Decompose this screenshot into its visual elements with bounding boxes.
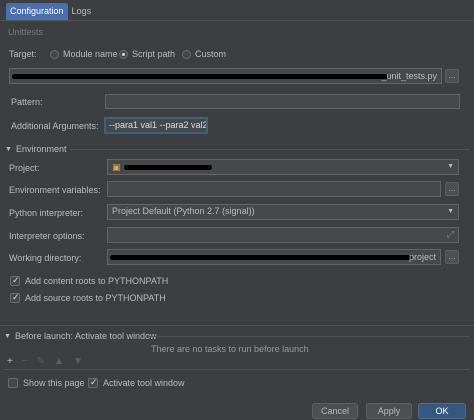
interpreter-options-field[interactable]: ⤢ [107,227,459,243]
tab-bar: Configuration Logs [6,3,95,20]
before-launch-top-divider [0,325,474,326]
redacted-path [12,74,388,79]
collapse-arrow-icon: ▼ [5,145,12,153]
collapse-arrow-icon: ▼ [4,332,11,340]
environment-section-header[interactable]: ▼ Environment [5,144,66,154]
edit-icon[interactable]: ✎ [37,356,45,367]
script-path-suffix: _unit_tests.py [381,71,437,81]
target-option-script[interactable]: Script path [119,49,175,59]
add-content-roots-option[interactable]: Add content roots to PYTHONPATH [10,275,169,286]
radio-custom[interactable] [182,49,191,59]
expand-field-icon[interactable]: ⤢ [447,229,454,240]
working-directory-field[interactable]: project [107,249,441,265]
redacted-project-name [124,165,212,170]
radio-module-name[interactable] [50,49,59,59]
pattern-field[interactable] [105,94,460,109]
tab-divider [0,20,474,21]
environment-title: Environment [15,144,67,154]
show-this-page-label: Show this page [23,378,85,388]
add-icon[interactable]: + [7,356,13,367]
script-path-browse-button[interactable]: ... [445,69,459,83]
toolbar-divider [4,369,470,370]
before-launch-header[interactable]: ▼ Before launch: Activate tool window [4,331,157,341]
working-directory-label: Working directory: [9,253,82,263]
ok-button[interactable]: OK [418,403,466,419]
target-option-custom[interactable]: Custom [182,49,226,59]
python-interpreter-value: Project Default (Python 2.7 (signal)) [112,206,255,216]
python-project-icon: ▣ [112,162,121,172]
tab-configuration[interactable]: Configuration [6,3,68,20]
add-content-roots-label: Add content roots to PYTHONPATH [25,276,169,286]
show-this-page-checkbox[interactable] [8,378,18,388]
working-directory-suffix: project [408,252,436,262]
show-this-page-option[interactable]: Show this page [8,378,85,388]
environment-divider [70,149,470,150]
tab-logs[interactable]: Logs [68,3,96,20]
move-down-icon[interactable]: ▼ [73,356,83,367]
target-option-module[interactable]: Module name [50,49,118,59]
remove-icon[interactable]: − [22,356,28,367]
add-source-roots-label: Add source roots to PYTHONPATH [25,293,166,303]
python-interpreter-label: Python interpreter: [9,208,84,218]
project-label: Project: [9,163,40,173]
target-label: Target: [9,49,37,59]
add-source-roots-checkbox[interactable] [10,292,20,303]
env-vars-browse-button[interactable]: ... [445,182,459,196]
before-launch-toolbar: + − ✎ ▲ ▼ [7,356,83,367]
cancel-button[interactable]: Cancel [312,403,358,419]
before-launch-task-list: There are no tasks to run before launch [6,342,468,356]
move-up-icon[interactable]: ▲ [54,356,64,367]
activate-tool-window-label: Activate tool window [103,378,185,388]
add-content-roots-checkbox[interactable] [10,275,20,286]
project-combo[interactable]: ▣ ▼ [107,159,459,175]
group-title-unittests: Unittests [8,27,44,37]
working-directory-browse-button[interactable]: ... [445,250,459,264]
env-vars-label: Environment variables: [9,185,101,195]
activate-tool-window-option[interactable]: Activate tool window [88,377,185,388]
apply-button[interactable]: Apply [366,403,412,419]
redacted-working-dir [110,255,412,260]
additional-arguments-field[interactable]: --para1 val1 --para2 val2 [104,117,208,134]
activate-tool-window-checkbox[interactable] [88,377,98,388]
before-launch-title: Before launch: Activate tool window [14,331,157,341]
python-interpreter-combo[interactable]: Project Default (Python 2.7 (signal)) ▼ [107,204,459,220]
env-vars-field[interactable] [107,181,441,197]
radio-script-path-label: Script path [132,49,176,59]
radio-custom-label: Custom [195,49,227,59]
radio-script-path[interactable] [119,49,128,59]
chevron-down-icon: ▼ [447,163,454,170]
script-path-field[interactable]: _unit_tests.py [9,68,442,84]
before-launch-divider [148,336,470,337]
additional-arguments-label: Additional Arguments: [11,121,99,131]
interpreter-options-label: Interpreter options: [9,231,85,241]
radio-module-name-label: Module name [63,49,118,59]
add-source-roots-option[interactable]: Add source roots to PYTHONPATH [10,292,166,303]
pattern-label: Pattern: [11,97,43,107]
chevron-down-icon: ▼ [447,208,454,215]
empty-tasks-text: There are no tasks to run before launch [151,344,309,354]
